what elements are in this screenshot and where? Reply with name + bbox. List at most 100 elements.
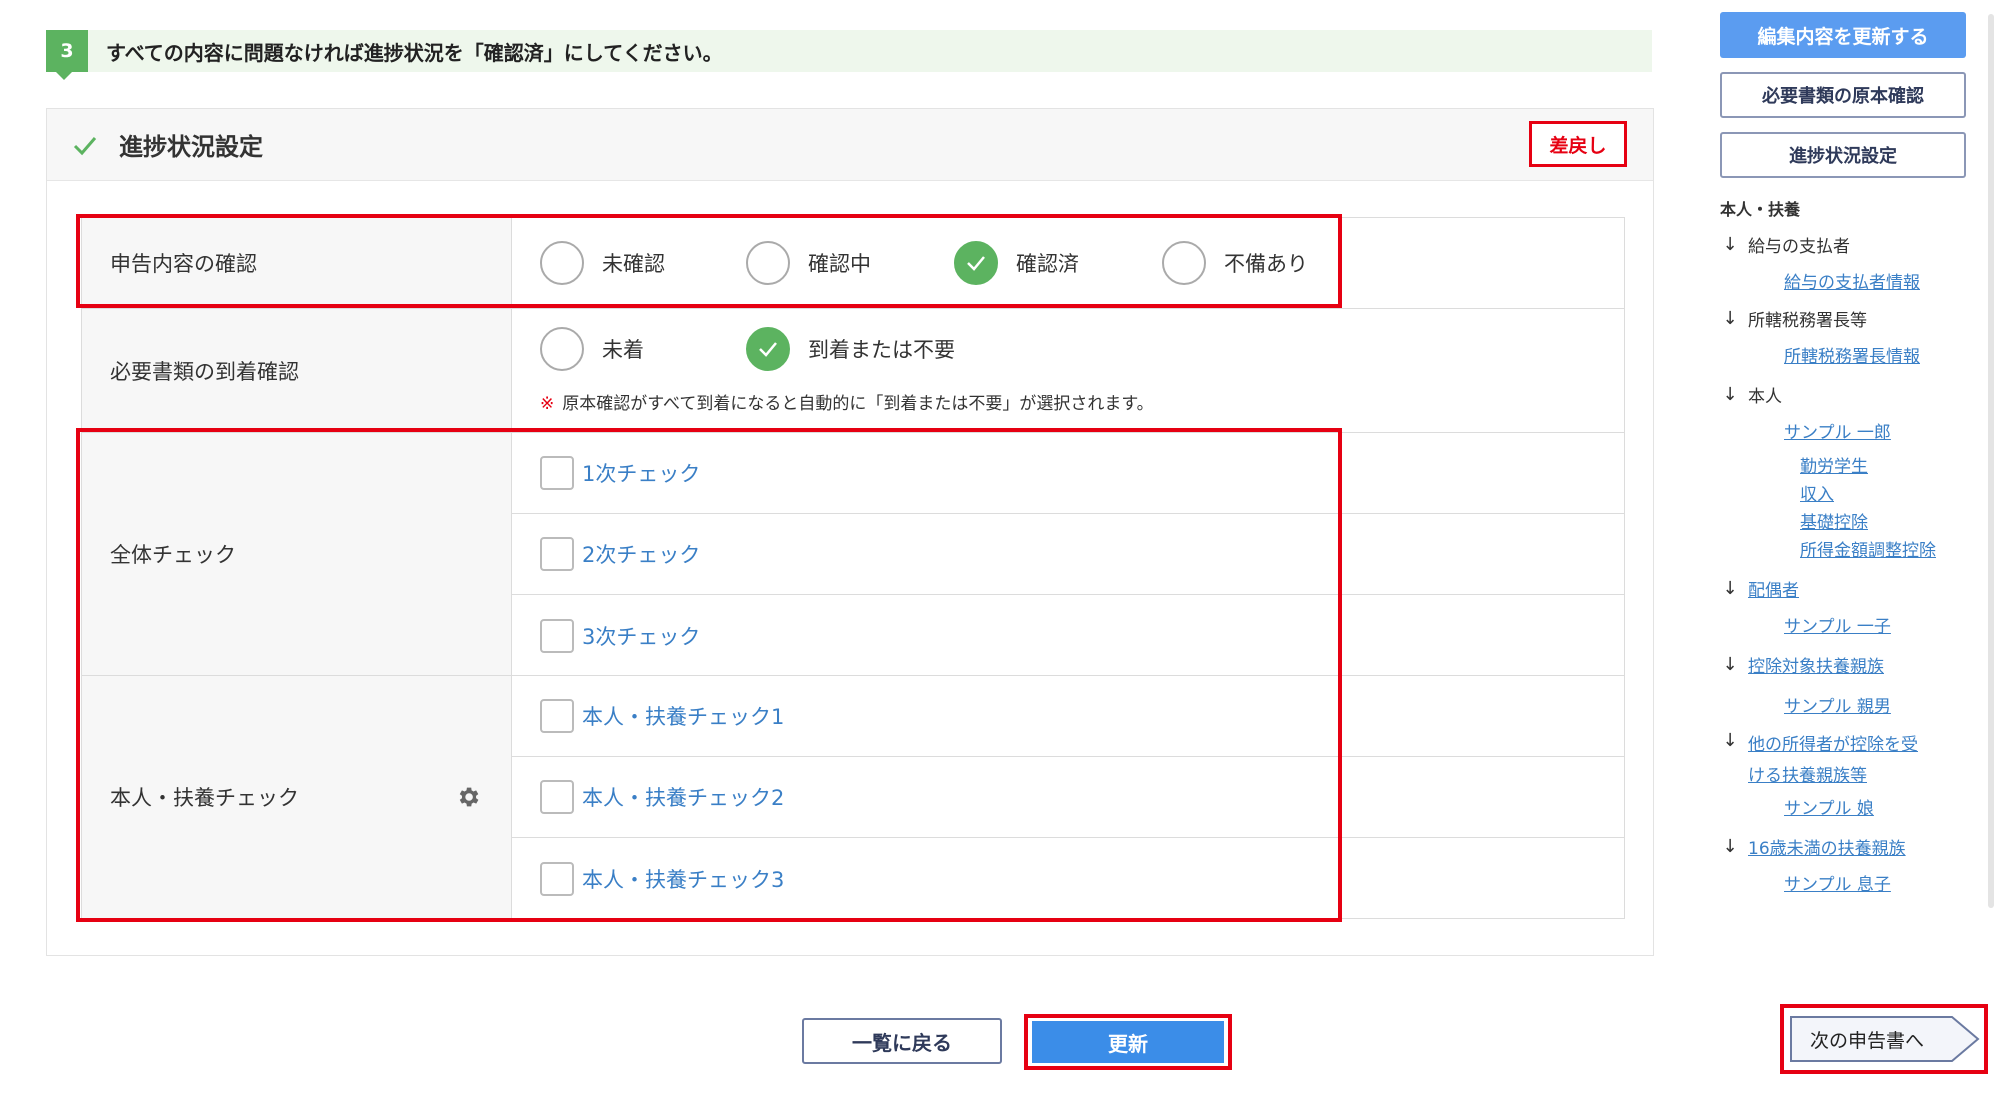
sidebar-group-label: 所轄税務署長等 bbox=[1748, 311, 1867, 331]
sidebar-group-tax-office: ↓ 所轄税務署長等 bbox=[1720, 306, 1867, 331]
radio-circle-selected bbox=[746, 327, 790, 371]
next-declaration-highlight: 次の申告書へ bbox=[1780, 1004, 1988, 1074]
arrow-down-icon: ↓ bbox=[1722, 234, 1738, 255]
sidebar-link-dependent-name[interactable]: サンプル 親男 bbox=[1784, 692, 1891, 717]
panel-header: 進捗状況設定 差戻し bbox=[47, 109, 1653, 181]
panel-title: 進捗状況設定 bbox=[119, 133, 263, 161]
sidebar-link-other-earner[interactable]: 他の所得者が控除を受 bbox=[1748, 730, 1918, 755]
checkbox-label: 本人・扶養チェック3 bbox=[582, 867, 785, 892]
checkbox[interactable] bbox=[540, 618, 574, 653]
note-text: 原本確認がすべて到着になると自動的に「到着または不要」が選択されます。 bbox=[562, 394, 1154, 414]
radio-circle bbox=[540, 327, 584, 371]
step-banner: 3 すべての内容に問題なければ進捗状況を「確認済」にしてください。 bbox=[46, 30, 1652, 80]
arrow-down-icon: ↓ bbox=[1722, 730, 1738, 751]
sidebar-link-under16[interactable]: 16歳未満の扶養親族 bbox=[1748, 834, 1906, 859]
checkmark-icon bbox=[73, 136, 97, 155]
sidebar-link-dependents[interactable]: 控除対象扶養親族 bbox=[1748, 652, 1884, 677]
sidebar-link-self-name[interactable]: サンプル 一郎 bbox=[1784, 418, 1891, 443]
checkbox-third-check[interactable]: 3次チェック bbox=[512, 595, 1624, 676]
arrow-down-icon: ↓ bbox=[1722, 836, 1738, 857]
sidebar-group-label: 本人 bbox=[1748, 387, 1782, 407]
step-instruction: すべての内容に問題なければ進捗状況を「確認済」にしてください。 bbox=[106, 40, 723, 65]
checkbox[interactable] bbox=[540, 456, 574, 490]
person-check-label-text: 本人・扶養チェック bbox=[110, 786, 299, 810]
documents-arrival-row: 必要書類の到着確認 未着 到着または不要 ※ 原本確認がすべて到着になると自動的… bbox=[81, 309, 1625, 433]
check-icon bbox=[759, 342, 777, 357]
radio-deficient[interactable]: 不備あり bbox=[1162, 241, 1308, 285]
declaration-check-label: 申告内容の確認 bbox=[82, 218, 512, 308]
checkbox-person-check-2[interactable]: 本人・扶養チェック2 bbox=[512, 757, 1624, 838]
radio-label: 未確認 bbox=[602, 252, 665, 276]
sidebar-link-spouse-name[interactable]: サンプル 一子 bbox=[1784, 612, 1891, 637]
sidebar-link-spouse[interactable]: 配偶者 bbox=[1748, 576, 1799, 601]
sidebar-link-daughter[interactable]: サンプル 娘 bbox=[1784, 794, 1874, 819]
radio-circle bbox=[1162, 241, 1206, 285]
checkbox[interactable] bbox=[540, 780, 574, 814]
radio-circle bbox=[540, 241, 584, 285]
radio-label: 到着または不要 bbox=[808, 338, 955, 362]
sidebar-scrollbar[interactable] bbox=[1988, 14, 1994, 908]
step-number-badge: 3 bbox=[46, 30, 88, 80]
sidebar-group-dependents: ↓ 控除対象扶養親族 bbox=[1720, 652, 1884, 677]
checkbox[interactable] bbox=[540, 861, 574, 896]
overall-check-label: 全体チェック bbox=[82, 433, 512, 675]
progress-settings-panel: 進捗状況設定 差戻し 申告内容の確認 未確認 確認中 確認済 不備あり 必要書類… bbox=[46, 108, 1654, 956]
back-to-list-button[interactable]: 一覧に戻る bbox=[802, 1018, 1002, 1064]
sidebar-link-basic-deduction[interactable]: 基礎控除 bbox=[1800, 508, 1868, 533]
checkbox-first-check[interactable]: 1次チェック bbox=[512, 433, 1624, 514]
documents-arrival-label: 必要書類の到着確認 bbox=[82, 309, 512, 432]
radio-label: 確認済 bbox=[1016, 252, 1079, 276]
original-docs-button[interactable]: 必要書類の原本確認 bbox=[1720, 72, 1966, 118]
sidebar-group-self: ↓ 本人 bbox=[1720, 382, 1782, 407]
checkbox-person-check-1[interactable]: 本人・扶養チェック1 bbox=[512, 676, 1624, 757]
radio-confirmed[interactable]: 確認済 bbox=[954, 241, 1162, 285]
checkbox-label: 本人・扶養チェック2 bbox=[582, 786, 785, 810]
sidebar-link-son[interactable]: サンプル 息子 bbox=[1784, 870, 1891, 895]
update-edits-button[interactable]: 編集内容を更新する bbox=[1720, 12, 1966, 58]
arrow-down-icon: ↓ bbox=[1722, 384, 1738, 405]
checkbox-label: 1次チェック bbox=[582, 462, 701, 486]
sidebar-heading: 本人・扶養 bbox=[1720, 200, 1801, 219]
checkbox-person-check-3[interactable]: 本人・扶養チェック3 bbox=[512, 838, 1624, 919]
checkbox[interactable] bbox=[540, 699, 574, 733]
declaration-radio-group: 未確認 確認中 確認済 不備あり bbox=[512, 218, 1624, 308]
person-check-row: 本人・扶養チェック 本人・扶養チェック1 本人・扶養チェック2 本人・扶養チェッ… bbox=[81, 676, 1625, 919]
checkbox[interactable] bbox=[540, 537, 574, 571]
checkbox-label: 3次チェック bbox=[582, 624, 701, 649]
arrival-note: ※ 原本確認がすべて到着になると自動的に「到着または不要」が選択されます。 bbox=[512, 389, 1624, 414]
next-declaration-label: 次の申告書へ bbox=[1810, 1030, 1925, 1052]
declaration-check-row: 申告内容の確認 未確認 確認中 確認済 不備あり bbox=[81, 217, 1625, 309]
radio-label: 未着 bbox=[602, 338, 644, 362]
arrow-down-icon: ↓ bbox=[1722, 578, 1738, 599]
checkbox-label: 本人・扶養チェック1 bbox=[582, 705, 785, 729]
radio-circle bbox=[746, 241, 790, 285]
update-button[interactable]: 更新 bbox=[1032, 1021, 1224, 1063]
sidebar-link-other-earner-2[interactable]: ける扶養親族等 bbox=[1748, 761, 1918, 786]
sidebar-link-income[interactable]: 収入 bbox=[1800, 480, 1834, 505]
gear-icon[interactable] bbox=[455, 784, 481, 810]
sidebar-group-label: 給与の支払者 bbox=[1748, 237, 1850, 257]
overall-check-row: 全体チェック 1次チェック 2次チェック 3次チェック bbox=[81, 433, 1625, 676]
return-button[interactable]: 差戻し bbox=[1529, 121, 1627, 167]
next-declaration-button[interactable]: 次の申告書へ bbox=[1790, 1016, 1980, 1062]
radio-circle-selected bbox=[954, 241, 998, 285]
arrow-down-icon: ↓ bbox=[1722, 654, 1738, 675]
checkbox-label: 2次チェック bbox=[582, 543, 701, 567]
radio-unconfirmed[interactable]: 未確認 bbox=[540, 241, 746, 285]
sidebar-group-spouse: ↓ 配偶者 bbox=[1720, 576, 1799, 601]
sidebar-link-payer-info[interactable]: 給与の支払者情報 bbox=[1784, 268, 1920, 293]
progress-settings-button[interactable]: 進捗状況設定 bbox=[1720, 132, 1966, 178]
sidebar-group-payer: ↓ 給与の支払者 bbox=[1720, 232, 1850, 257]
checkbox-second-check[interactable]: 2次チェック bbox=[512, 514, 1624, 595]
sidebar-link-working-student[interactable]: 勤労学生 bbox=[1800, 452, 1868, 477]
radio-not-arrived[interactable]: 未着 bbox=[540, 327, 746, 371]
sidebar-group-under16: ↓ 16歳未満の扶養親族 bbox=[1720, 834, 1906, 859]
sidebar-link-income-adjustment[interactable]: 所得金額調整控除 bbox=[1800, 536, 1936, 561]
radio-arrived-or-unneeded[interactable]: 到着または不要 bbox=[746, 327, 955, 371]
radio-label: 不備あり bbox=[1224, 252, 1308, 276]
radio-confirming[interactable]: 確認中 bbox=[746, 241, 954, 285]
update-button-highlight: 更新 bbox=[1024, 1014, 1232, 1070]
check-icon bbox=[967, 256, 985, 271]
arrow-down-icon: ↓ bbox=[1722, 308, 1738, 329]
sidebar-link-tax-office-info[interactable]: 所轄税務署長情報 bbox=[1784, 342, 1920, 367]
